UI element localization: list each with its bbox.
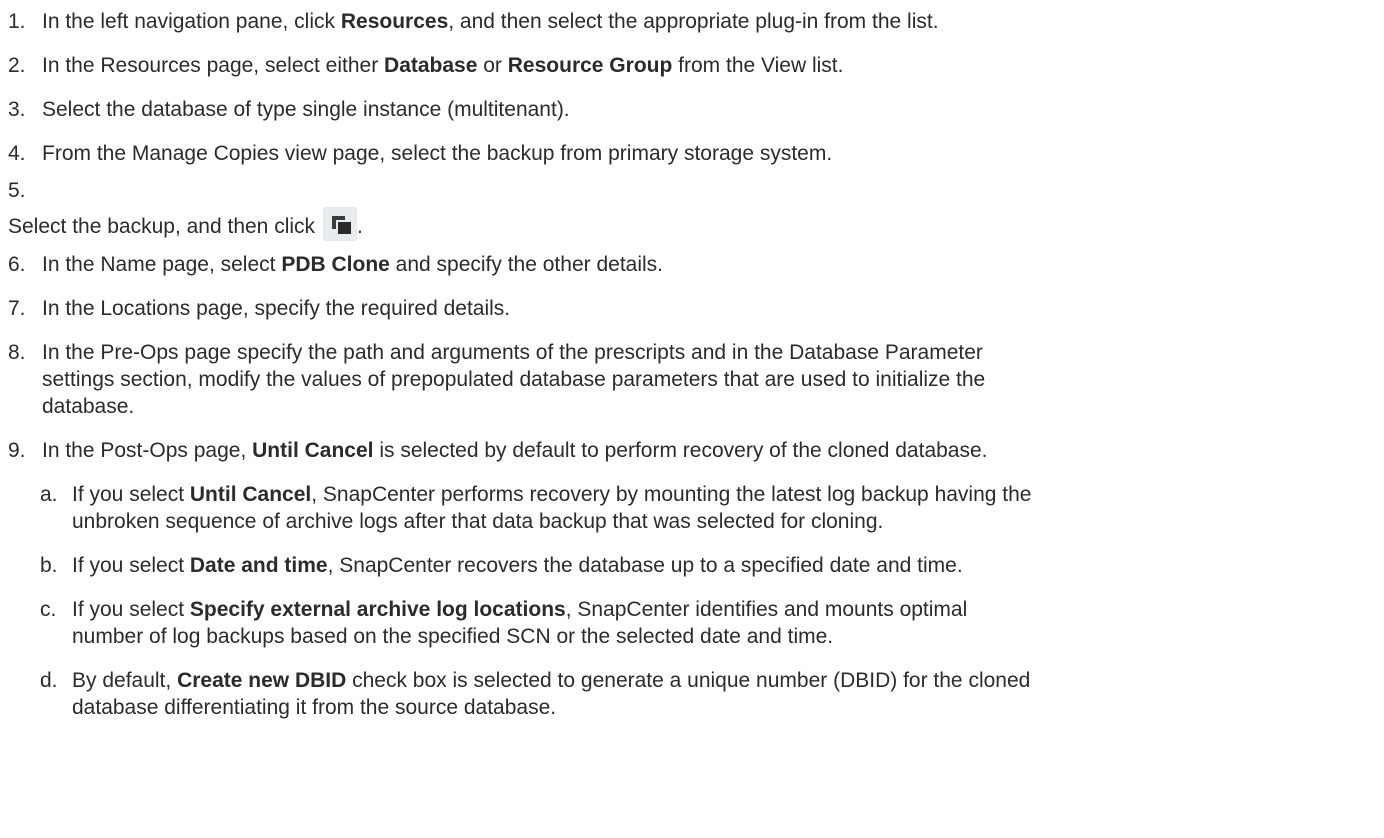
text-run: In the Post-Ops page,	[42, 439, 253, 462]
step-8: 8. In the Pre-Ops page specify the path …	[8, 339, 1378, 420]
ui-term-database: Database	[384, 54, 478, 77]
text-run: , SnapCenter identifies and mounts optim…	[565, 598, 968, 621]
substep-line: If you select Date and time, SnapCenter …	[72, 552, 1378, 579]
clone-icon-front	[336, 220, 352, 234]
substep-letter: b.	[40, 554, 58, 577]
step-3: 3. Select the database of type single in…	[8, 96, 1378, 123]
text-run: Select the backup, and then click	[8, 215, 316, 238]
step-number: 4.	[8, 142, 26, 165]
step-number: 5.	[8, 179, 26, 202]
substep-line: number of log backups based on the speci…	[72, 625, 834, 648]
text-run: , SnapCenter recovers the database up to…	[327, 554, 963, 577]
step-number: 3.	[8, 98, 26, 121]
ui-term-until-cancel: Until Cancel	[189, 483, 312, 506]
step-2: 2. In the Resources page, select either …	[8, 52, 1378, 79]
text-line: database.	[42, 395, 135, 418]
step-number: 1.	[8, 10, 26, 33]
step-number: 7.	[8, 297, 26, 320]
step-text: In the Pre-Ops page specify the path and…	[42, 339, 1378, 420]
text-run: check box is selected to generate a uniq…	[346, 669, 1031, 692]
substep-line: If you select Until Cancel, SnapCenter p…	[72, 481, 1378, 508]
step-text: In the left navigation pane, click Resou…	[42, 8, 1378, 35]
text-run: and specify the other details.	[389, 253, 663, 276]
text-run: In the Name page, select	[42, 253, 282, 276]
ui-term-date-and-time: Date and time	[189, 554, 328, 577]
text-run: If you select	[72, 483, 190, 506]
step-text: In the Resources page, select either Dat…	[42, 52, 1378, 79]
procedure-document: 1. In the left navigation pane, click Re…	[8, 0, 1378, 721]
ui-term-resources: Resources	[340, 10, 449, 33]
step-text: From the Manage Copies view page, select…	[42, 142, 833, 165]
text-run: is selected by default to perform recove…	[373, 439, 988, 462]
step-text: In the Post-Ops page, Until Cancel is se…	[42, 437, 1378, 464]
substep-c: c. If you select Specify external archiv…	[8, 596, 1378, 650]
text-run: , and then select the appropriate plug-i…	[448, 10, 939, 33]
substep-letter: d.	[40, 669, 58, 692]
text-line: settings section, modify the values of p…	[42, 368, 986, 391]
step-number: 9.	[8, 439, 26, 462]
substep-letter: a.	[40, 483, 58, 506]
step-text: Select the database of type single insta…	[42, 98, 570, 121]
substep-d: d. By default, Create new DBID check box…	[8, 667, 1378, 721]
text-line: In the Pre-Ops page specify the path and…	[42, 341, 983, 364]
text-run: If you select	[72, 598, 190, 621]
ui-term-pdb-clone: PDB Clone	[281, 253, 390, 276]
step-6: 6. In the Name page, select PDB Clone an…	[8, 251, 1378, 278]
ui-term-create-new-dbid: Create new DBID	[177, 669, 347, 692]
step-7: 7. In the Locations page, specify the re…	[8, 295, 1378, 322]
step-4: 4. From the Manage Copies view page, sel…	[8, 140, 1378, 167]
step-text: In the Name page, select PDB Clone and s…	[42, 251, 1378, 278]
ui-term-until-cancel: Until Cancel	[252, 439, 374, 462]
step-number: 8.	[8, 341, 26, 364]
text-run: In the left navigation pane, click	[42, 10, 341, 33]
clone-icon[interactable]	[323, 207, 358, 241]
ui-term-resource-group: Resource Group	[507, 54, 673, 77]
substep-b: b. If you select Date and time, SnapCent…	[8, 552, 1378, 579]
step-5: 5. Select the backup, and then click.	[8, 179, 1378, 241]
substep-a: a. If you select Until Cancel, SnapCente…	[8, 481, 1378, 535]
step-1: 1. In the left navigation pane, click Re…	[8, 8, 1378, 35]
text-run: .	[357, 215, 363, 238]
text-run: By default,	[72, 669, 178, 692]
step-text: In the Locations page, specify the requi…	[42, 297, 511, 320]
substep-line: If you select Specify external archive l…	[72, 596, 1378, 623]
substep-letter: c.	[40, 598, 57, 621]
step-text: Select the backup, and then click.	[8, 207, 363, 241]
step-number: 2.	[8, 54, 26, 77]
text-run: , SnapCenter performs recovery by mounti…	[311, 483, 1032, 506]
step-9: 9. In the Post-Ops page, Until Cancel is…	[8, 437, 1378, 464]
text-run: If you select	[72, 554, 190, 577]
ui-term-external-archive-log: Specify external archive log locations	[189, 598, 566, 621]
substep-line: unbroken sequence of archive logs after …	[72, 510, 884, 533]
substep-line: By default, Create new DBID check box is…	[72, 667, 1378, 694]
substep-line: database differentiating it from the sou…	[72, 696, 557, 719]
step-number: 6.	[8, 253, 26, 276]
text-run: from the View list.	[672, 54, 844, 77]
text-run: In the Resources page, select either	[42, 54, 385, 77]
text-run: or	[477, 54, 508, 77]
